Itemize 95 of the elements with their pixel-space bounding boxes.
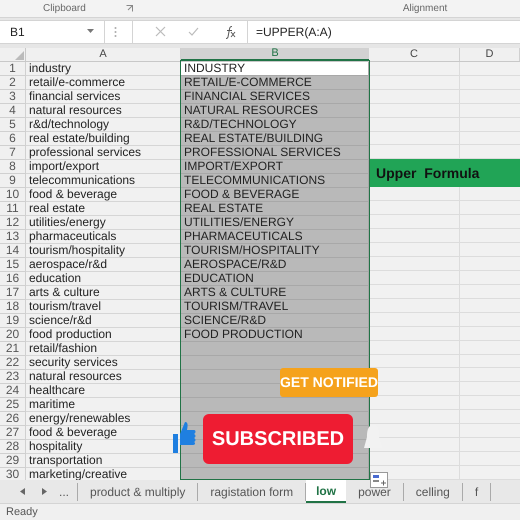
table-cell: natural resources [26, 370, 181, 384]
table-cell: pharmaceuticals [26, 230, 181, 244]
more-sheets-button[interactable]: ... [59, 482, 78, 501]
table-cell: education [26, 272, 181, 286]
table-cell: aerospace/r&d [26, 258, 181, 272]
subscribed-badge: SUBSCRIBED [203, 414, 353, 464]
table-cell: utilities/energy [26, 216, 181, 230]
sheet-tab[interactable]: low [306, 480, 346, 503]
table-cell: TOURISM/TRAVEL [181, 300, 369, 314]
row-header[interactable]: 25 [0, 398, 26, 412]
notification-badge: GET NOTIFIED [280, 368, 378, 397]
table-cell: telecommunications [26, 174, 181, 188]
row-header[interactable]: 17 [0, 286, 26, 300]
table-cell: PROFESSIONAL SERVICES [181, 146, 369, 160]
row-header[interactable]: 21 [0, 342, 26, 356]
row-header[interactable]: 5 [0, 118, 26, 132]
table-cell: REAL ESTATE/BUILDING [181, 132, 369, 146]
table-cell: industry [26, 62, 181, 76]
table-cell: professional services [26, 146, 181, 160]
table-cell: ARTS & CULTURE [181, 286, 369, 300]
table-cell: IMPORT/EXPORT [181, 160, 369, 174]
row-header[interactable]: 1 [0, 62, 26, 76]
column-header[interactable]: B [181, 48, 369, 61]
row-header[interactable]: 14 [0, 244, 26, 258]
table-cell: tourism/travel [26, 300, 181, 314]
row-header[interactable]: 12 [0, 216, 26, 230]
row-header[interactable]: 20 [0, 328, 26, 342]
row-header[interactable]: 29 [0, 454, 26, 468]
row-header[interactable]: 11 [0, 202, 26, 216]
group-label: Clipboard [43, 2, 86, 16]
table-cell: import/export [26, 160, 181, 174]
table-cell: retail/e-commerce [26, 76, 181, 90]
table-cell: food & beverage [26, 188, 181, 202]
merged-cell: Upper Formula [369, 159, 520, 188]
table-cell: TELECOMMUNICATIONS [181, 174, 369, 188]
table-cell: r&d/technology [26, 118, 181, 132]
row-header[interactable]: 13 [0, 230, 26, 244]
row-header[interactable]: 6 [0, 132, 26, 146]
table-cell: maritime [26, 398, 181, 412]
row-header[interactable]: 10 [0, 188, 26, 202]
table-cell: SCIENCE/R&D [181, 314, 369, 328]
name-box[interactable]: B1 [0, 20, 105, 43]
table-cell: food production [26, 328, 181, 342]
table-cell: real estate/building [26, 132, 181, 146]
row-header[interactable]: 24 [0, 384, 26, 398]
table-cell: UTILITIES/ENERGY [181, 216, 369, 230]
column-header[interactable]: C [369, 48, 460, 61]
table-cell: energy/renewables [26, 412, 181, 426]
row-header[interactable]: 3 [0, 90, 26, 104]
formula-field[interactable]: =UPPER(A:A) [256, 22, 332, 41]
row-header[interactable]: 18 [0, 300, 26, 314]
table-cell: TOURISM/HOSPITALITY [181, 244, 369, 258]
table-cell: arts & culture [26, 286, 181, 300]
sheet-tab[interactable]: product & multiply [78, 482, 198, 501]
column-header[interactable]: D [460, 48, 520, 61]
row-header[interactable]: 2 [0, 76, 26, 90]
table-cell: FINANCIAL SERVICES [181, 90, 369, 104]
table-cell: real estate [26, 202, 181, 216]
status-text: Ready [6, 504, 38, 520]
row-header[interactable]: 30 [0, 468, 26, 480]
table-cell: tourism/hospitality [26, 244, 181, 258]
table-cell: FOOD PRODUCTION [181, 328, 369, 342]
row-header[interactable]: 7 [0, 146, 26, 160]
table-cell: security services [26, 356, 181, 370]
sheet-tab[interactable]: f [462, 482, 492, 501]
table-cell: healthcare [26, 384, 181, 398]
row-header[interactable]: 8 [0, 160, 26, 174]
row-header[interactable]: 27 [0, 426, 26, 440]
table-cell: science/r&d [26, 314, 181, 328]
row-header[interactable]: 26 [0, 412, 26, 426]
table-cell: R&D/TECHNOLOGY [181, 118, 369, 132]
table-cell: retail/fashion [26, 342, 181, 356]
row-header[interactable]: 15 [0, 258, 26, 272]
table-cell: natural resources [26, 104, 181, 118]
row-header[interactable]: 28 [0, 440, 26, 454]
sheet-tab[interactable]: power [346, 482, 404, 501]
table-cell: EDUCATION [181, 272, 369, 286]
row-header[interactable]: 19 [0, 314, 26, 328]
row-header[interactable]: 4 [0, 104, 26, 118]
table-cell: financial services [26, 90, 181, 104]
group-label: Alignment [402, 2, 448, 16]
table-cell: REAL ESTATE [181, 202, 369, 216]
table-cell: marketing/creative [26, 468, 181, 480]
row-header[interactable]: 16 [0, 272, 26, 286]
table-cell: AEROSPACE/R&D [181, 258, 369, 272]
row-header[interactable]: 9 [0, 174, 26, 188]
row-header[interactable]: 23 [0, 370, 26, 384]
table-cell: FOOD & BEVERAGE [181, 188, 369, 202]
row-header[interactable]: 22 [0, 356, 26, 370]
sheet-tab[interactable]: celling [404, 482, 463, 501]
table-cell: PHARMACEUTICALS [181, 230, 369, 244]
table-cell: transportation [26, 454, 181, 468]
table-cell: food & beverage [26, 426, 181, 440]
table-cell: RETAIL/E-COMMERCE [181, 76, 369, 90]
table-cell: NATURAL RESOURCES [181, 104, 369, 118]
